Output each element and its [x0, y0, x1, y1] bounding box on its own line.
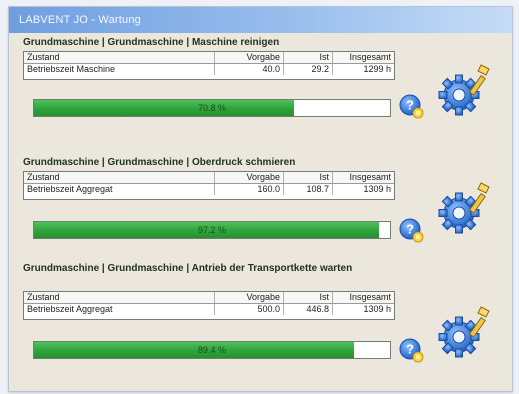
window-title: LABVENT JO - Wartung: [9, 7, 512, 33]
cell-insgesamt: 1299 h: [363, 64, 391, 74]
gear-wrench-icon[interactable]: [437, 181, 499, 237]
progress-text: 70.8 %: [197, 103, 227, 113]
cell-state: Betriebszeit Aggregat: [24, 304, 215, 315]
col-header-vorgabe: Vorgabe: [215, 172, 284, 183]
task-table: Zustand Vorgabe Ist Insgesamt Betriebsze…: [23, 51, 395, 80]
progress-text: 89.4 %: [197, 345, 227, 355]
col-header-state: Zustand: [24, 172, 215, 183]
cell-vorgabe: 160.0: [215, 184, 284, 195]
table-header: Zustand Vorgabe Ist Insgesamt: [24, 172, 394, 184]
maintenance-window: LABVENT JO - Wartung Grundmaschine | Gru…: [8, 6, 513, 392]
task-2: Grundmaschine | Grundmaschine | Oberdruc…: [23, 157, 510, 265]
progress-bar: 89.4 %: [33, 341, 391, 359]
col-header-vorgabe: Vorgabe: [215, 292, 284, 303]
cell-ist: 446.8: [284, 304, 333, 315]
svg-text:?: ?: [406, 98, 414, 113]
table-header: Zustand Vorgabe Ist Insgesamt: [24, 52, 394, 64]
table-row-empty: [24, 315, 394, 319]
col-header-ist: Ist: [284, 172, 333, 183]
cell-insgesamt: 1309 h: [363, 304, 391, 314]
col-header-insgesamt: Insgesamt: [349, 172, 391, 182]
task-table: Zustand Vorgabe Ist Insgesamt Betriebsze…: [23, 171, 395, 200]
progress-bar: 70.8 %: [33, 99, 391, 117]
table-row-empty: [24, 195, 394, 199]
task-table: Zustand Vorgabe Ist Insgesamt Betriebsze…: [23, 291, 395, 320]
svg-text:?: ?: [406, 342, 414, 357]
cell-state: Betriebszeit Maschine: [24, 64, 215, 75]
help-icon[interactable]: ?: [398, 337, 424, 363]
progress-bar: 97.2 %: [33, 221, 391, 239]
gear-wrench-icon[interactable]: [437, 305, 499, 361]
help-icon[interactable]: ?: [398, 93, 424, 119]
col-header-insgesamt: Insgesamt: [349, 292, 391, 302]
task-title: Grundmaschine | Grundmaschine | Antrieb …: [23, 263, 353, 274]
cell-insgesamt: 1309 h: [363, 184, 391, 194]
cell-vorgabe: 500.0: [215, 304, 284, 315]
task-1: Grundmaschine | Grundmaschine | Maschine…: [23, 37, 510, 145]
table-row[interactable]: Betriebszeit Aggregat 500.0 446.8 1309 h: [24, 304, 394, 315]
col-header-insgesamt: Insgesamt: [349, 52, 391, 62]
task-title: Grundmaschine | Grundmaschine | Oberdruc…: [23, 157, 296, 168]
cell-ist: 29.2: [284, 64, 333, 75]
table-header: Zustand Vorgabe Ist Insgesamt: [24, 292, 394, 304]
cell-ist: 108.7: [284, 184, 333, 195]
col-header-state: Zustand: [24, 292, 215, 303]
col-header-ist: Ist: [284, 292, 333, 303]
task-3: Grundmaschine | Grundmaschine | Antrieb …: [23, 263, 510, 393]
col-header-ist: Ist: [284, 52, 333, 63]
cell-state: Betriebszeit Aggregat: [24, 184, 215, 195]
svg-text:?: ?: [406, 222, 414, 237]
table-row[interactable]: Betriebszeit Maschine 40.0 29.2 1299 h: [24, 64, 394, 75]
task-title: Grundmaschine | Grundmaschine | Maschine…: [23, 37, 280, 48]
col-header-vorgabe: Vorgabe: [215, 52, 284, 63]
table-row[interactable]: Betriebszeit Aggregat 160.0 108.7 1309 h: [24, 184, 394, 195]
cell-vorgabe: 40.0: [215, 64, 284, 75]
table-row-empty: [24, 75, 394, 79]
gear-wrench-icon[interactable]: [437, 63, 499, 119]
col-header-state: Zustand: [24, 52, 215, 63]
task-list: Grundmaschine | Grundmaschine | Maschine…: [9, 33, 512, 391]
help-icon[interactable]: ?: [398, 217, 424, 243]
progress-text: 97.2 %: [197, 225, 227, 235]
